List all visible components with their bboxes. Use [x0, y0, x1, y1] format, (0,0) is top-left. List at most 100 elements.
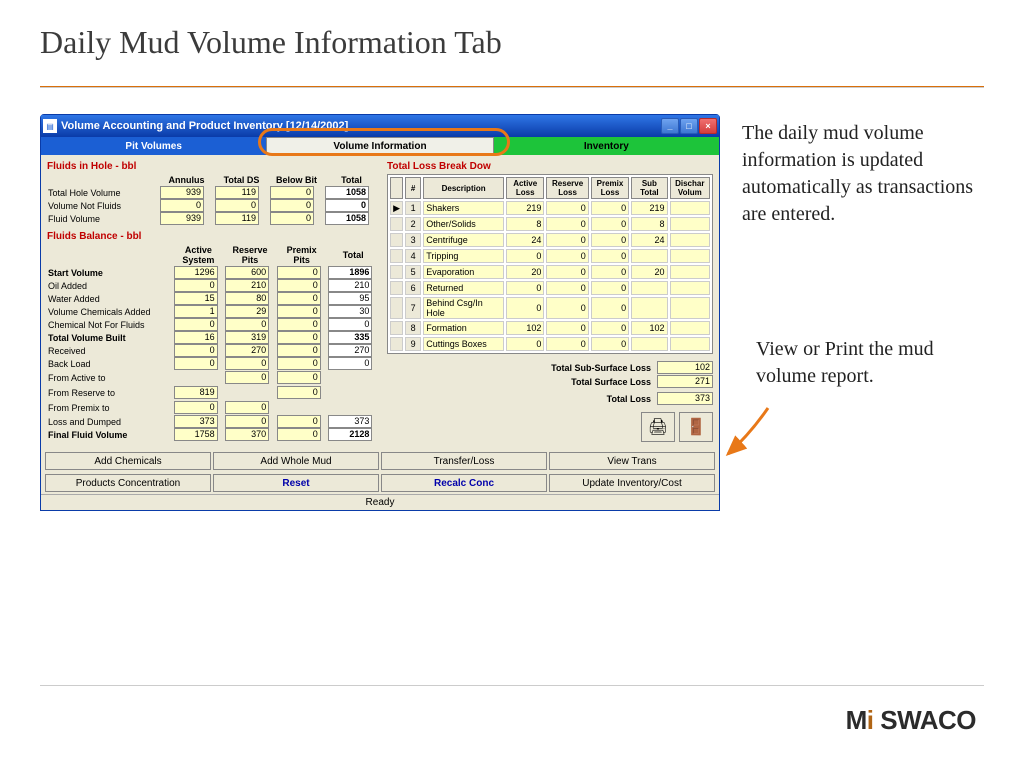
table-row[interactable]: 5Evaporation200020: [390, 265, 710, 279]
cell[interactable]: 210: [225, 279, 269, 292]
col-active-loss: Active Loss: [506, 177, 544, 199]
col-subtotal: Sub Total: [631, 177, 667, 199]
cell[interactable]: 0: [277, 305, 321, 318]
cell[interactable]: 0: [277, 318, 321, 331]
breakdown-heading: Total Loss Break Dow: [387, 161, 713, 172]
cell[interactable]: 373: [174, 415, 218, 428]
cell[interactable]: 370: [225, 428, 269, 441]
window-body: Fluids in Hole - bbl AnnulusTotal DSBelo…: [41, 155, 719, 450]
cell-total: 335: [328, 331, 372, 344]
table-row[interactable]: 9Cuttings Boxes000: [390, 337, 710, 351]
row-label: Start Volume: [47, 266, 173, 279]
cell[interactable]: 0: [174, 318, 218, 331]
tab-bar: Pit Volumes Volume Information Inventory: [41, 137, 719, 155]
cell[interactable]: 119: [215, 186, 259, 199]
col-desc: Description: [423, 177, 504, 199]
cell-total: 2128: [328, 428, 372, 441]
cell-empty: [328, 370, 372, 383]
divider: [40, 86, 984, 88]
cell-total: 1058: [325, 212, 369, 225]
lbl-total-loss: Total Loss: [607, 394, 651, 404]
door-exit-icon: 🚪: [686, 417, 706, 437]
cell[interactable]: 319: [225, 331, 269, 344]
titlebar[interactable]: ▤ Volume Accounting and Product Inventor…: [41, 115, 719, 137]
cell[interactable]: 0: [277, 415, 321, 428]
col-num: #: [405, 177, 421, 199]
products-concentration-button[interactable]: Products Concentration: [45, 474, 211, 492]
exit-button[interactable]: 🚪: [679, 412, 713, 442]
cell[interactable]: 80: [225, 292, 269, 305]
close-button[interactable]: ×: [699, 118, 717, 134]
tab-volume-information[interactable]: Volume Information: [266, 137, 493, 155]
fluids-in-hole-table: AnnulusTotal DSBelow BitTotal Total Hole…: [47, 174, 379, 225]
tab-pit-volumes[interactable]: Pit Volumes: [41, 137, 266, 155]
add-whole-mud-button[interactable]: Add Whole Mud: [213, 452, 379, 470]
table-row[interactable]: ▶1Shakers21900219: [390, 201, 710, 215]
table-row[interactable]: 3Centrifuge240024: [390, 233, 710, 247]
cell[interactable]: 270: [225, 344, 269, 357]
print-button[interactable]: 🖨: [641, 412, 675, 442]
cell[interactable]: 15: [174, 292, 218, 305]
cell[interactable]: 600: [225, 266, 269, 279]
cell-total: 373: [328, 415, 372, 428]
table-row[interactable]: 8Formation10200102: [390, 321, 710, 335]
cell[interactable]: 0: [277, 292, 321, 305]
cell[interactable]: 1: [174, 305, 218, 318]
table-row[interactable]: 7Behind Csg/In Hole000: [390, 297, 710, 319]
recalc-conc-button[interactable]: Recalc Conc: [381, 474, 547, 492]
cell[interactable]: 0: [277, 428, 321, 441]
status-bar: Ready: [41, 494, 719, 510]
row-label: From Reserve to: [47, 385, 173, 400]
table-row[interactable]: 2Other/Solids8008: [390, 217, 710, 231]
add-chemicals-button[interactable]: Add Chemicals: [45, 452, 211, 470]
row-label: Volume Not Fluids: [47, 199, 159, 212]
cell[interactable]: 29: [225, 305, 269, 318]
cell[interactable]: 0: [270, 186, 314, 199]
cell[interactable]: 0: [277, 357, 321, 370]
col-premix-loss: Premix Loss: [591, 177, 629, 199]
view-trans-button[interactable]: View Trans: [549, 452, 715, 470]
cell[interactable]: 0: [174, 279, 218, 292]
cell[interactable]: 0: [174, 344, 218, 357]
cell[interactable]: 0: [270, 199, 314, 212]
cell[interactable]: 119: [215, 212, 259, 225]
cell[interactable]: 0: [174, 357, 218, 370]
cell[interactable]: 0: [277, 266, 321, 279]
cell[interactable]: 0: [225, 357, 269, 370]
cell[interactable]: 0: [277, 331, 321, 344]
reset-button[interactable]: Reset: [213, 474, 379, 492]
cell[interactable]: 0: [174, 401, 218, 414]
cell[interactable]: 0: [277, 344, 321, 357]
cell[interactable]: 0: [225, 415, 269, 428]
cell[interactable]: 0: [270, 212, 314, 225]
minimize-button[interactable]: _: [661, 118, 679, 134]
cell[interactable]: 0: [225, 401, 269, 414]
table-row[interactable]: 6Returned000: [390, 281, 710, 295]
annotation-2: View or Print the mud volume report.: [756, 336, 986, 390]
cell[interactable]: 16: [174, 331, 218, 344]
cell[interactable]: 819: [174, 386, 218, 399]
cell[interactable]: 939: [160, 212, 204, 225]
maximize-button[interactable]: □: [680, 118, 698, 134]
cell[interactable]: 0: [225, 318, 269, 331]
cell[interactable]: 1758: [174, 428, 218, 441]
col-reserve-pits: Reserve Pits: [224, 244, 276, 266]
cell[interactable]: 1296: [174, 266, 218, 279]
cell-total: 0: [328, 357, 372, 370]
cell[interactable]: 0: [160, 199, 204, 212]
val-total-loss: 373: [657, 392, 713, 405]
cell[interactable]: 0: [225, 371, 269, 384]
cell[interactable]: 0: [215, 199, 259, 212]
update-inventory-button[interactable]: Update Inventory/Cost: [549, 474, 715, 492]
cell-empty: [328, 385, 372, 398]
row-label: Oil Added: [47, 279, 173, 292]
cell[interactable]: 0: [277, 279, 321, 292]
table-row[interactable]: 4Tripping000: [390, 249, 710, 263]
tab-inventory[interactable]: Inventory: [494, 137, 719, 155]
cell[interactable]: 0: [277, 386, 321, 399]
transfer-loss-button[interactable]: Transfer/Loss: [381, 452, 547, 470]
cell-total: 1896: [328, 266, 372, 279]
row-label: Total Volume Built: [47, 331, 173, 344]
cell[interactable]: 939: [160, 186, 204, 199]
cell[interactable]: 0: [277, 371, 321, 384]
